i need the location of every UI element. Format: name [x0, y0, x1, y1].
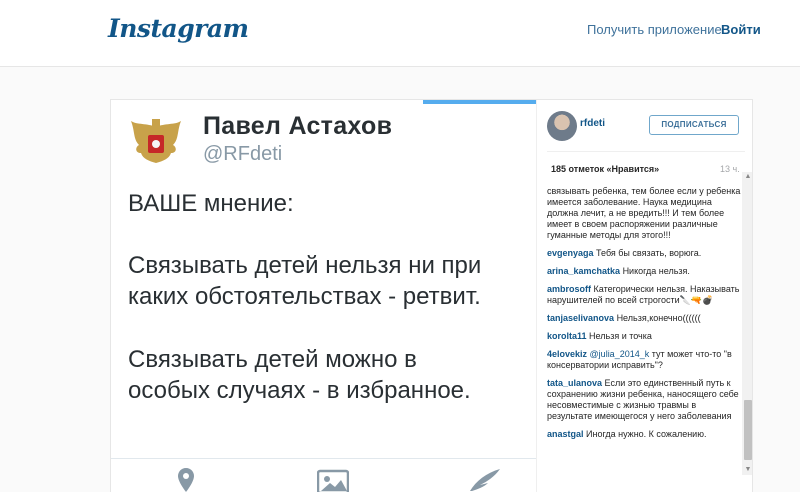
- comment-item: 4elovekiz @julia_2014_k тут может что-то…: [547, 349, 743, 371]
- tweet-line: ВАШЕ мнение:: [128, 190, 294, 217]
- comment-username[interactable]: tanjaselivanova: [547, 313, 614, 323]
- instagram-logo[interactable]: Instagram: [108, 14, 249, 43]
- comment-text: Тебя бы связать, ворюга.: [596, 248, 702, 258]
- tweet-top-accent: [423, 100, 536, 104]
- tweet-line: Связывать детей можно в: [128, 346, 417, 373]
- comment-item: arina_kamchatka Никогда нельзя.: [547, 266, 743, 277]
- comment-item: koroltа11 Нельзя и точка: [547, 331, 743, 342]
- top-navigation-bar: Instagram Получить приложение Войти: [0, 0, 800, 67]
- scroll-up-icon[interactable]: ▲: [742, 172, 752, 182]
- scroll-thumb[interactable]: [744, 400, 752, 460]
- post-image[interactable]: Павел Астахов @RFdeti ВАШЕ мнение: Связы…: [111, 100, 536, 492]
- tweet-line: каких обстоятельствах - ретвит.: [128, 283, 481, 310]
- login-link[interactable]: Войти: [721, 22, 761, 37]
- comment-item: anastgal Иногда нужно. К сожалению.: [547, 429, 743, 440]
- follow-button[interactable]: ПОДПИСАТЬСЯ: [649, 115, 739, 135]
- image-icon: [317, 469, 349, 492]
- comment-mention[interactable]: @julia_2014_k: [590, 349, 650, 359]
- compose-icon: [470, 469, 500, 491]
- tweet-author-name: Павел Астахов: [203, 112, 393, 140]
- comment-text: Нельзя,конечно((((((: [616, 313, 701, 323]
- comment-item: tanjaselivanova Нельзя,конечно((((((: [547, 313, 743, 324]
- post-card: Павел Астахов @RFdeti ВАШЕ мнение: Связы…: [110, 99, 753, 492]
- comment-username[interactable]: evgenyaga: [547, 248, 594, 258]
- comment-text: Никогда нельзя.: [622, 266, 690, 276]
- comment-username[interactable]: anastgal: [547, 429, 584, 439]
- post-time[interactable]: 13 ч.: [720, 164, 740, 174]
- tweet-line: Связывать детей нельзя ни при: [128, 252, 482, 279]
- tweet-line: особых случаях - в избранное.: [128, 377, 471, 404]
- owner-avatar[interactable]: [547, 111, 577, 141]
- comment-item: evgenyaga Тебя бы связать, ворюга.: [547, 248, 743, 259]
- tweet-divider: [111, 458, 536, 459]
- comments-scrollbar[interactable]: ▲ ▼: [742, 172, 752, 475]
- owner-username[interactable]: rfdeti: [580, 118, 605, 129]
- likes-count[interactable]: 185 отметок «Нравится»: [551, 164, 659, 174]
- comment-username[interactable]: ambrosoff: [547, 284, 591, 294]
- tweet-author-handle: @RFdeti: [203, 143, 283, 165]
- comment-item: tata_ulanova Если это единственный путь …: [547, 378, 743, 422]
- get-app-link[interactable]: Получить приложение: [587, 22, 722, 37]
- comment-item: ambrosoff Категорически нельзя. Наказыва…: [547, 284, 743, 306]
- comment-text: Иногда нужно. К сожалению.: [586, 429, 707, 439]
- comment-username[interactable]: 4elovekiz: [547, 349, 587, 359]
- post-sidebar: rfdeti ПОДПИСАТЬСЯ 185 отметок «Нравится…: [536, 100, 752, 492]
- location-icon: [178, 468, 194, 492]
- scroll-down-icon[interactable]: ▼: [742, 465, 752, 475]
- coat-of-arms-icon: [131, 119, 181, 163]
- sidebar-divider: [547, 151, 745, 152]
- comment-text: Нельзя и точка: [589, 331, 652, 341]
- comment-item: связывать ребенка, тем более если у ребе…: [547, 186, 743, 241]
- comment-text: связывать ребенка, тем более если у ребе…: [547, 186, 741, 240]
- comments-list[interactable]: связывать ребенка, тем более если у ребе…: [547, 186, 743, 486]
- comment-username[interactable]: tata_ulanova: [547, 378, 602, 388]
- comment-username[interactable]: arina_kamchatka: [547, 266, 620, 276]
- comment-username[interactable]: koroltа11: [547, 331, 587, 341]
